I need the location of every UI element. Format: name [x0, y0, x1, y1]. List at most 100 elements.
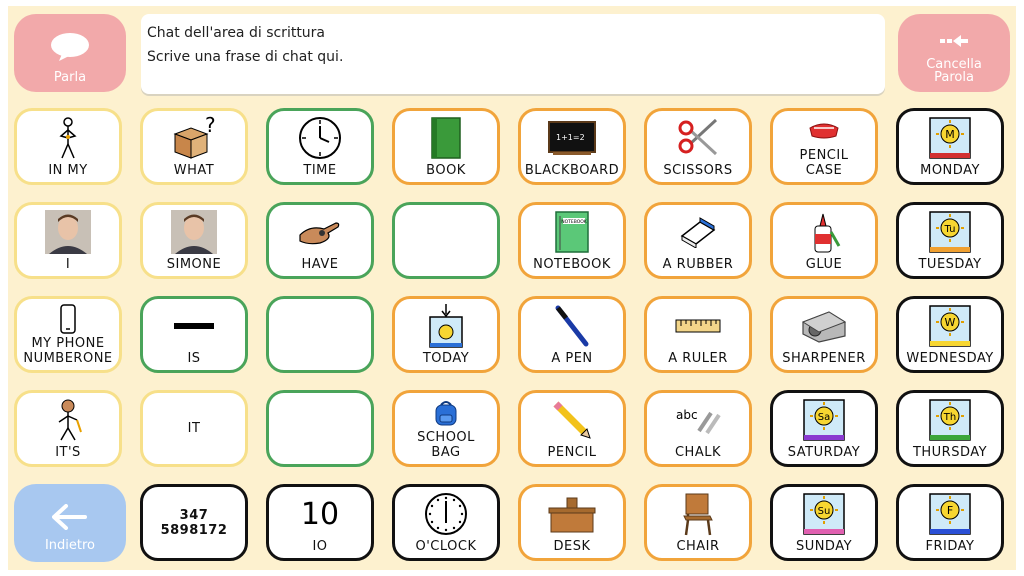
book-icon [395, 115, 497, 161]
tile-scissors[interactable]: SCISSORS [644, 108, 752, 185]
box-question-icon: ? [143, 115, 245, 161]
tile-label: IO [312, 539, 328, 554]
tile-what[interactable]: ? WHAT [140, 108, 248, 185]
svg-text:Th: Th [943, 412, 956, 423]
tile-chalk[interactable]: abc CHALK [644, 390, 752, 467]
aac-board: Parla Chat dell'area di scrittura Scrive… [8, 6, 1016, 570]
tile-label: GLUE [805, 257, 843, 272]
sharpener-icon [773, 303, 875, 349]
tile-label: HAVE [301, 257, 339, 272]
tile-its[interactable]: IT'S [14, 390, 122, 467]
clock-face-icon [395, 491, 497, 537]
stick-figure-icon [17, 115, 119, 161]
tile-is[interactable]: IS [140, 296, 248, 373]
tile-empty[interactable] [266, 296, 374, 373]
sun-calendar-icon: Th [899, 397, 1001, 443]
eraser-icon [647, 209, 749, 255]
tile-blackboard[interactable]: 1+1=2 BLACKBOARD [518, 108, 626, 185]
tile-today[interactable]: TODAY [392, 296, 500, 373]
tile-have[interactable]: HAVE [266, 202, 374, 279]
svg-text:Sa: Sa [818, 412, 830, 423]
chair-icon [647, 491, 749, 537]
tile-a-pen[interactable]: A PEN [518, 296, 626, 373]
tile-saturday[interactable]: Sa SATURDAY [770, 390, 878, 467]
back-button[interactable]: Indietro [14, 484, 126, 562]
tile-label: A RULER [668, 351, 728, 366]
sun-calendar-icon: W [899, 303, 1001, 349]
tile-notebook[interactable]: NOTEBOOK NOTEBOOK [518, 202, 626, 279]
tile-label: 347 5898172 [160, 507, 228, 538]
sun-calendar-icon: Sa [773, 397, 875, 443]
tile-desk[interactable]: DESK [518, 484, 626, 561]
tile-label: IS [187, 351, 201, 366]
person-photo-icon [143, 209, 245, 255]
pen-icon [521, 303, 623, 349]
tile-glue[interactable]: GLUE [770, 202, 878, 279]
tile-label: O'CLOCK [415, 539, 477, 554]
tile-empty[interactable] [392, 202, 500, 279]
tile-label: IT [187, 421, 201, 436]
chat-line-1: Chat dell'area di scrittura [147, 25, 326, 41]
tile-label: A RUBBER [662, 257, 734, 272]
tile-tuesday[interactable]: Tu TUESDAY [896, 202, 1004, 279]
tile-a-rubber[interactable]: A RUBBER [644, 202, 752, 279]
tile-label: SHARPENER [782, 351, 866, 366]
svg-text:Tu: Tu [944, 224, 956, 235]
svg-text:M: M [945, 128, 955, 141]
backspace-arrow-icon [939, 33, 969, 52]
tile-label: BOOK [426, 163, 466, 178]
person-photo-icon [17, 209, 119, 255]
tile-io[interactable]: 10 IO [266, 484, 374, 561]
chat-text-area[interactable]: Chat dell'area di scrittura Scrive una f… [141, 14, 885, 94]
tile-sunday[interactable]: Su SUNDAY [770, 484, 878, 561]
pencil-icon [521, 397, 623, 443]
notebook-icon: NOTEBOOK [521, 209, 623, 255]
tile-thursday[interactable]: Th THURSDAY [896, 390, 1004, 467]
tile-monday[interactable]: M MONDAY [896, 108, 1004, 185]
tile-book[interactable]: BOOK [392, 108, 500, 185]
sun-calendar-icon: Su [773, 491, 875, 537]
tile-a-ruler[interactable]: A RULER [644, 296, 752, 373]
tile-label: CHALK [674, 445, 721, 460]
tile-sharpener[interactable]: SHARPENER [770, 296, 878, 373]
tile-school-bag[interactable]: SCHOOL BAG [392, 390, 500, 467]
tile-pencil-case[interactable]: PENCIL CASE [770, 108, 878, 185]
tile-i[interactable]: I [14, 202, 122, 279]
sun-calendar-icon: Tu [899, 209, 1001, 255]
backpack-icon [395, 399, 497, 427]
person-pointing-icon [17, 397, 119, 443]
speak-button[interactable]: Parla [14, 14, 126, 92]
tile-my-phone-number[interactable]: MY PHONE NUMBERONE [14, 296, 122, 373]
ruler-icon [647, 303, 749, 349]
sun-calendar-icon: F [899, 491, 1001, 537]
tile-label: WHAT [173, 163, 215, 178]
tile-label: SCHOOL BAG [417, 430, 475, 460]
clear-word-label: Cancella Parola [926, 56, 982, 85]
tile-chair[interactable]: CHAIR [644, 484, 752, 561]
tile-label: BLACKBOARD [524, 163, 620, 178]
dash-icon [143, 303, 245, 349]
glue-bottle-icon [773, 209, 875, 255]
tile-pencil[interactable]: PENCIL [518, 390, 626, 467]
tile-oclock[interactable]: O'CLOCK [392, 484, 500, 561]
tile-simone[interactable]: SIMONE [140, 202, 248, 279]
arrow-left-icon [52, 504, 88, 533]
scissors-icon [647, 115, 749, 161]
tile-phone-number[interactable]: 347 5898172 [140, 484, 248, 561]
tile-time[interactable]: TIME [266, 108, 374, 185]
svg-text:abc: abc [676, 408, 698, 422]
pencil-case-icon [773, 117, 875, 141]
blackboard-icon: 1+1=2 [521, 115, 623, 161]
sun-calendar-icon: M [899, 115, 1001, 161]
chat-line-2: Scrive una frase di chat qui. [147, 49, 344, 65]
tile-label: WEDNESDAY [906, 351, 994, 366]
tile-in-my[interactable]: IN MY [14, 108, 122, 185]
tile-label: THURSDAY [912, 445, 988, 460]
tile-friday[interactable]: F FRIDAY [896, 484, 1004, 561]
tile-label: IN MY [48, 163, 88, 178]
tile-wednesday[interactable]: W WEDNESDAY [896, 296, 1004, 373]
tile-it[interactable]: IT [140, 390, 248, 467]
clear-word-button[interactable]: Cancella Parola [898, 14, 1010, 92]
tile-empty[interactable] [266, 390, 374, 467]
tile-label: PENCIL [547, 445, 597, 460]
